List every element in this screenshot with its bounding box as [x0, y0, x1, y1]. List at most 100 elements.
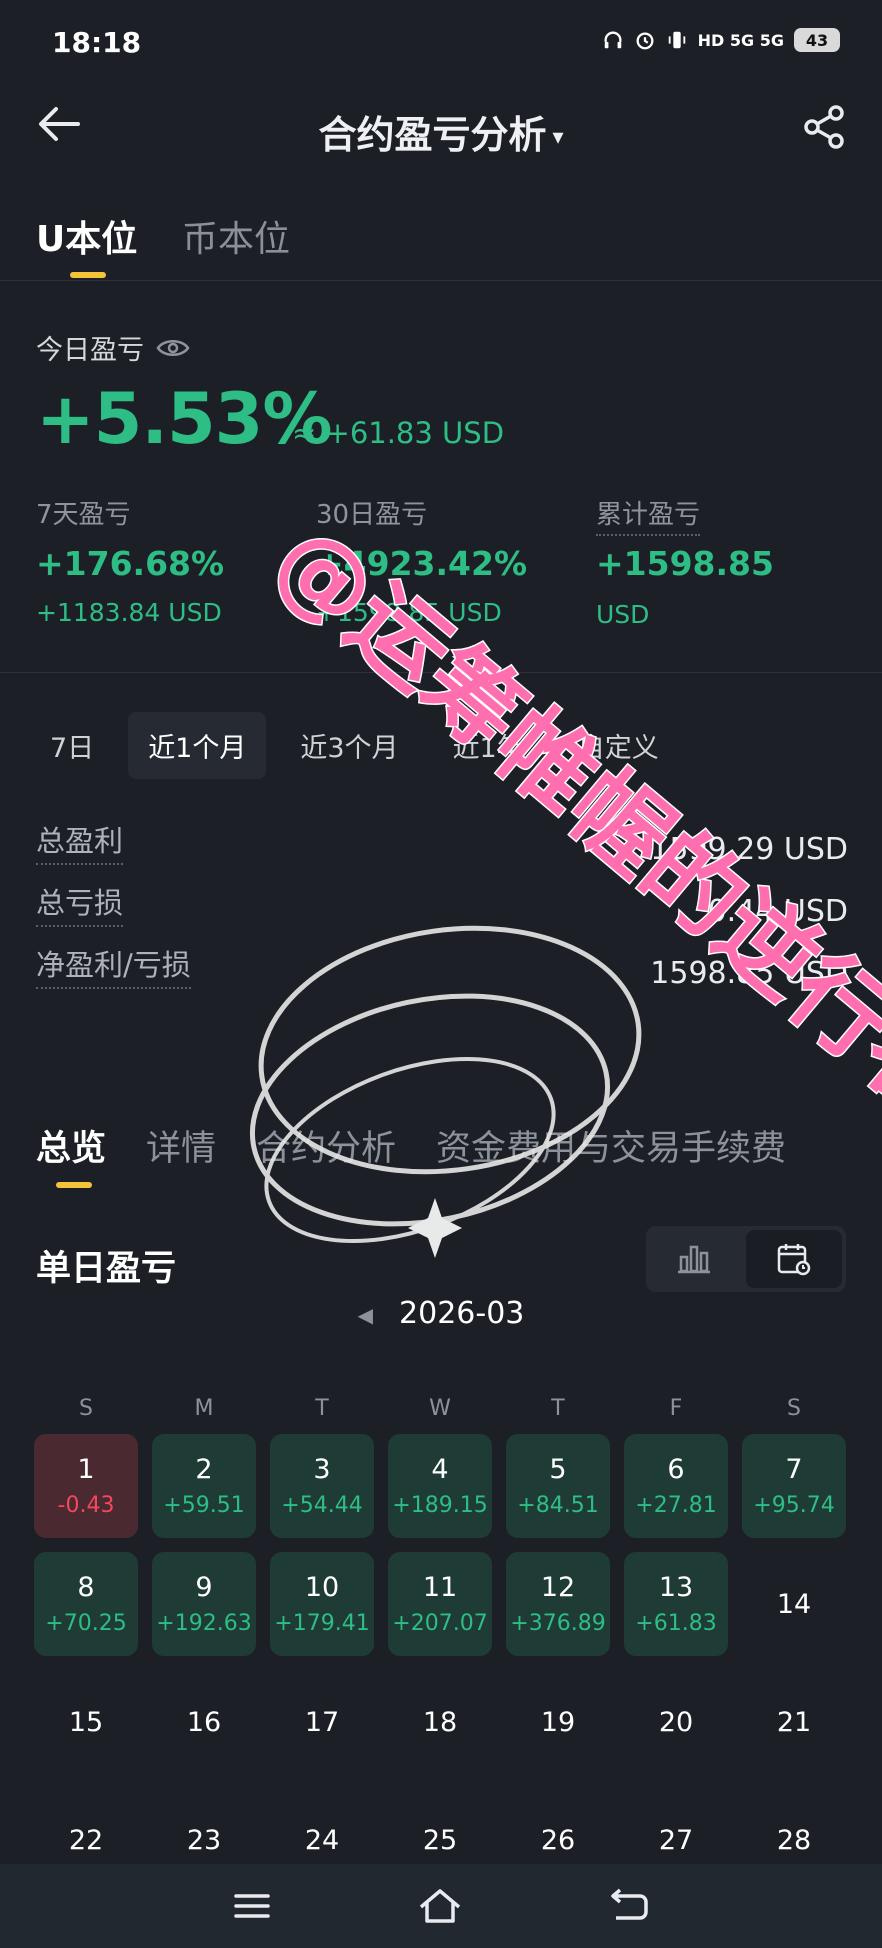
- period-1y[interactable]: 近1年: [433, 712, 544, 779]
- vibrate-icon: [668, 31, 685, 49]
- tab-u-based[interactable]: U本位: [36, 210, 137, 262]
- back-nav-icon[interactable]: [608, 1888, 650, 1924]
- status-time: 18:18: [52, 26, 142, 59]
- calendar-day[interactable]: 12 +376.89: [506, 1552, 610, 1656]
- current-month: 2026-03: [399, 1296, 525, 1331]
- status-icons: HD 5G 5G 43: [602, 28, 840, 52]
- calendar-day[interactable]: 6 +27.81: [624, 1434, 728, 1538]
- divider: [0, 280, 882, 281]
- weekday-thu: T: [551, 1396, 565, 1421]
- page-title[interactable]: 合约盈亏分析 ▾: [0, 104, 882, 159]
- calendar-day[interactable]: 10 +179.41: [270, 1552, 374, 1656]
- calendar-day-number: 1: [77, 1454, 95, 1485]
- period-selector: 7日 近1个月 近3个月 近1年 自定义: [30, 712, 693, 779]
- today-pnl-label-text: 今日盈亏: [36, 335, 144, 366]
- bar-chart-icon: [678, 1245, 710, 1274]
- calendar-day-number: 4: [431, 1454, 449, 1485]
- calendar-day-number: 7: [785, 1454, 803, 1485]
- section-tabs: 总览 详情 合约分析 资金费用与交易手续费: [36, 1120, 786, 1171]
- stat-30d-sub: +1598.85 USD: [316, 598, 502, 627]
- share-icon[interactable]: [802, 104, 848, 150]
- calendar-day-number: 18: [422, 1706, 458, 1738]
- calendar-day-number: 19: [540, 1706, 576, 1738]
- divider: [0, 672, 882, 673]
- total-loss-label[interactable]: 总亏损: [36, 880, 124, 927]
- calendar-day-number: 26: [540, 1824, 576, 1856]
- calendar-day-pnl: +70.25: [45, 1611, 127, 1636]
- chart-view-button[interactable]: [646, 1226, 742, 1292]
- calendar-day[interactable]: 11 +207.07: [388, 1552, 492, 1656]
- calendar-view-button[interactable]: [746, 1230, 842, 1288]
- calendar-day-number: 16: [186, 1706, 222, 1738]
- net-pnl-label[interactable]: 净盈利/亏损: [36, 942, 191, 989]
- calendar-day[interactable]: 21: [742, 1670, 846, 1774]
- calendar-day[interactable]: 5 +84.51: [506, 1434, 610, 1538]
- calendar-day[interactable]: 7 +95.74: [742, 1434, 846, 1538]
- calendar-day[interactable]: 20: [624, 1670, 728, 1774]
- period-3m[interactable]: 近3个月: [280, 712, 418, 779]
- calendar-day-number: 24: [304, 1824, 340, 1856]
- tab-fees[interactable]: 资金费用与交易手续费: [436, 1120, 786, 1171]
- home-icon[interactable]: [417, 1887, 463, 1925]
- tab-details[interactable]: 详情: [146, 1120, 216, 1171]
- tab-coin-based[interactable]: 币本位: [182, 210, 290, 262]
- calendar-day-number: 21: [776, 1706, 812, 1738]
- calendar-day[interactable]: 19: [506, 1670, 610, 1774]
- weekday-wed: W: [429, 1396, 451, 1421]
- calendar-day[interactable]: 18: [388, 1670, 492, 1774]
- menu-icon[interactable]: [232, 1890, 272, 1922]
- eye-icon[interactable]: [156, 337, 190, 359]
- stat-total-value: +1598.85: [596, 544, 774, 583]
- calendar-day[interactable]: 15: [34, 1670, 138, 1774]
- watermark-rings: [249, 925, 642, 1258]
- calendar-day[interactable]: 4 +189.15: [388, 1434, 492, 1538]
- weekday-sat: S: [787, 1396, 801, 1421]
- calendar-day[interactable]: 17: [270, 1670, 374, 1774]
- total-profit-label[interactable]: 总盈利: [36, 818, 124, 865]
- calendar-day-pnl: +84.51: [517, 1493, 599, 1518]
- calendar-day-number: 3: [313, 1454, 331, 1485]
- calendar-day-number: 20: [658, 1706, 694, 1738]
- calendar-day-number: 10: [304, 1572, 340, 1603]
- calendar-day-number: 2: [195, 1454, 213, 1485]
- daily-pnl-title: 单日盈亏: [36, 1249, 177, 1289]
- weekday-sun: S: [79, 1396, 93, 1421]
- tab-contract-analysis[interactable]: 合约分析: [256, 1120, 396, 1171]
- calendar-day-number: 28: [776, 1824, 812, 1856]
- period-7d[interactable]: 7日: [30, 712, 114, 779]
- calendar-day-number: 6: [667, 1454, 685, 1485]
- calendar-day[interactable]: 16: [152, 1670, 256, 1774]
- calendar-day-number: 23: [186, 1824, 222, 1856]
- calendar-day-pnl: +59.51: [163, 1493, 245, 1518]
- month-navigator: ◀ 2026-03: [0, 1296, 882, 1331]
- prev-month-icon[interactable]: ◀: [358, 1303, 373, 1327]
- headphones-icon: [604, 31, 622, 49]
- calendar-day[interactable]: 2 +59.51: [152, 1434, 256, 1538]
- weekday-tue: T: [315, 1396, 329, 1421]
- calendar-day[interactable]: 14: [742, 1552, 846, 1656]
- tab-overview[interactable]: 总览: [36, 1120, 106, 1171]
- calendar-day[interactable]: 1 -0.43: [34, 1434, 138, 1538]
- today-pnl-percent: +5.53%: [36, 378, 332, 460]
- stat-total-label[interactable]: 累计盈亏: [596, 494, 701, 536]
- total-profit-value: 1599.29 USD: [650, 832, 848, 867]
- calendar-day-pnl: +192.63: [156, 1611, 252, 1636]
- today-pnl-usd: ≈ +61.83 USD: [292, 416, 505, 450]
- weekday-fri: F: [669, 1396, 683, 1421]
- stat-7d-sub: +1183.84 USD: [36, 598, 222, 627]
- chevron-down-icon: ▾: [552, 125, 564, 150]
- calendar-day-number: 17: [304, 1706, 340, 1738]
- calendar-day[interactable]: 9 +192.63: [152, 1552, 256, 1656]
- period-1m[interactable]: 近1个月: [128, 712, 267, 779]
- period-custom[interactable]: 自定义: [558, 712, 679, 779]
- calendar-day-number: 22: [68, 1824, 104, 1856]
- tab-active-indicator: [70, 272, 106, 278]
- calendar-day-pnl: +179.41: [274, 1611, 370, 1636]
- calendar-day-pnl: +54.44: [281, 1493, 363, 1518]
- stat-30d-label: 30日盈亏: [316, 500, 428, 530]
- calendar-day[interactable]: 13 +61.83: [624, 1552, 728, 1656]
- calendar-day-pnl: +61.83: [635, 1611, 717, 1636]
- calendar-day-number: 13: [658, 1572, 694, 1603]
- calendar-day[interactable]: 8 +70.25: [34, 1552, 138, 1656]
- calendar-day[interactable]: 3 +54.44: [270, 1434, 374, 1538]
